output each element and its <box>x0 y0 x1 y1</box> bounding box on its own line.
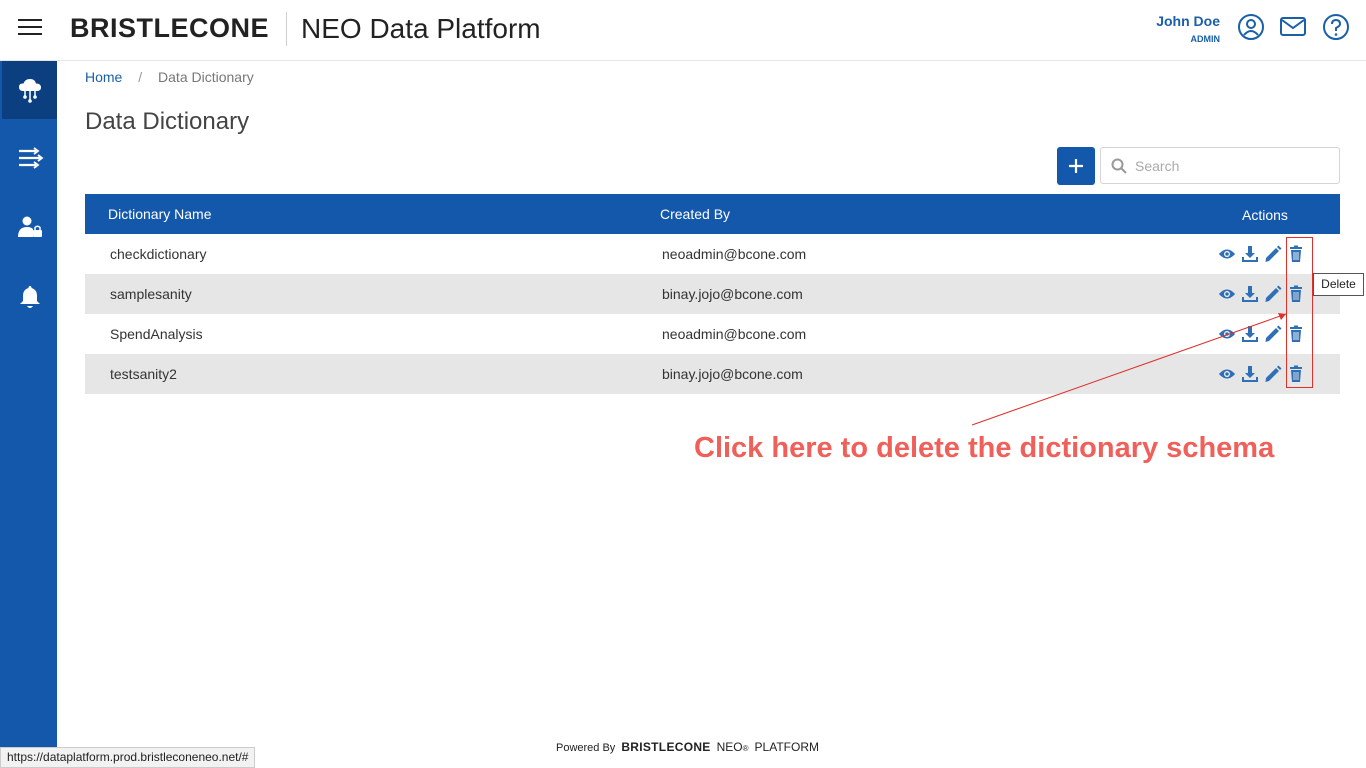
created-by-cell: neoadmin@bcone.com <box>662 326 807 342</box>
sidebar <box>0 61 57 768</box>
user-profile-icon[interactable] <box>1237 13 1265 41</box>
dictionary-name-cell: testsanity2 <box>110 366 177 382</box>
download-icon[interactable] <box>1241 325 1259 343</box>
footer-brand: BRISTLECONE <box>621 740 711 754</box>
help-icon[interactable] <box>1322 13 1350 41</box>
breadcrumb: Home / Data Dictionary <box>85 69 254 85</box>
download-icon[interactable] <box>1241 365 1259 383</box>
page-title: Data Dictionary <box>85 108 250 135</box>
col-dictionary-name[interactable]: Dictionary Name <box>108 206 211 222</box>
divider <box>286 12 287 46</box>
table-header: Dictionary Name Created By Actions <box>85 194 1340 234</box>
brand-logo[interactable]: BRISTLECONE <box>70 13 269 44</box>
pencil-icon[interactable] <box>1264 245 1282 263</box>
table-row: testsanity2 binay.jojo@bcone.com <box>85 354 1340 394</box>
dictionary-name-cell: checkdictionary <box>110 246 207 262</box>
eye-icon[interactable] <box>1218 285 1236 303</box>
col-actions: Actions <box>1242 207 1288 223</box>
annotation-text: Click here to delete the dictionary sche… <box>694 432 1275 464</box>
dictionary-name-cell: samplesanity <box>110 286 192 302</box>
cloud-network-icon[interactable] <box>2 61 57 119</box>
mail-icon[interactable] <box>1279 13 1307 41</box>
app-title: NEO Data Platform <box>301 13 541 44</box>
footer-registered: ® <box>742 744 749 753</box>
menu-icon[interactable] <box>18 19 42 41</box>
user-info[interactable]: John Doe ADMIN <box>1156 13 1220 44</box>
user-role: ADMIN <box>1190 34 1221 44</box>
dictionary-name-cell: SpendAnalysis <box>110 326 203 342</box>
created-by-cell: neoadmin@bcone.com <box>662 246 807 262</box>
table-row: samplesanity binay.jojo@bcone.com <box>85 274 1340 314</box>
table-row: checkdictionary neoadmin@bcone.com <box>85 234 1340 274</box>
plus-icon <box>1069 159 1083 173</box>
pencil-icon[interactable] <box>1264 365 1282 383</box>
breadcrumb-home[interactable]: Home <box>85 69 122 85</box>
created-by-cell: binay.jojo@bcone.com <box>662 366 803 382</box>
user-name[interactable]: John Doe <box>1156 13 1220 29</box>
add-dictionary-button[interactable] <box>1057 147 1095 185</box>
footer-powered-by: Powered By <box>556 742 616 754</box>
eye-icon[interactable] <box>1218 325 1236 343</box>
delete-tooltip: Delete <box>1313 273 1364 296</box>
pipeline-icon[interactable] <box>2 129 57 187</box>
pencil-icon[interactable] <box>1264 285 1282 303</box>
table-row: SpendAnalysis neoadmin@bcone.com <box>85 314 1340 354</box>
download-icon[interactable] <box>1241 245 1259 263</box>
col-created-by[interactable]: Created By <box>660 206 730 222</box>
status-url-bar: https://dataplatform.prod.bristleconeneo… <box>0 747 256 768</box>
footer-neo: NEO <box>716 740 743 754</box>
pencil-icon[interactable] <box>1264 325 1282 343</box>
search-box[interactable] <box>1100 147 1340 184</box>
created-by-cell: binay.jojo@bcone.com <box>662 286 803 302</box>
breadcrumb-separator: / <box>138 69 143 85</box>
search-icon <box>1111 158 1127 174</box>
footer: Powered By BRISTLECONE NEO ® PLATFORM <box>556 740 819 754</box>
top-header: BRISTLECONE NEO Data Platform John Doe A… <box>0 0 1366 61</box>
delete-highlight-box <box>1286 237 1313 388</box>
eye-icon[interactable] <box>1218 245 1236 263</box>
search-input[interactable] <box>1135 156 1325 176</box>
dictionary-table: Dictionary Name Created By Actions check… <box>85 194 1340 394</box>
eye-icon[interactable] <box>1218 365 1236 383</box>
breadcrumb-current: Data Dictionary <box>158 69 254 85</box>
download-icon[interactable] <box>1241 285 1259 303</box>
user-lock-icon[interactable] <box>2 198 57 256</box>
footer-platform: PLATFORM <box>754 740 819 754</box>
bell-icon[interactable] <box>2 268 57 326</box>
